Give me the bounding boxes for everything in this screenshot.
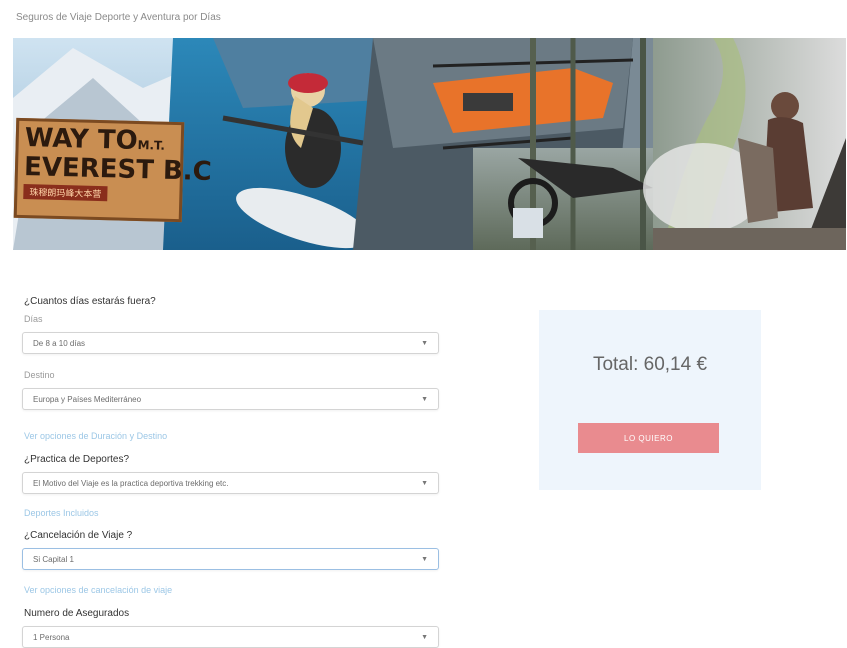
days-select-value: De 8 a 10 días <box>33 338 86 348</box>
chevron-down-icon: ▼ <box>421 339 428 347</box>
buy-button[interactable]: LO QUIERO <box>578 423 719 453</box>
chevron-down-icon: ▼ <box>421 395 428 403</box>
destination-select[interactable]: Europa y Países Mediterráneo ▼ <box>22 388 439 410</box>
cancellation-options-link[interactable]: Ver opciones de cancelación de viaje <box>24 585 172 595</box>
days-select[interactable]: De 8 a 10 días ▼ <box>22 332 439 354</box>
insured-select-value: 1 Persona <box>33 632 70 642</box>
total-value: 60,14 € <box>643 354 708 375</box>
sign-text-line2: EVEREST B.C <box>23 152 213 187</box>
sports-question: ¿Practica de Deportes? <box>24 454 130 465</box>
insured-select[interactable]: 1 Persona ▼ <box>22 626 439 648</box>
hero-banner: WAY TOM.T. EVEREST B.C 珠穆朗玛峰大本营 <box>13 38 846 250</box>
insured-question: Numero de Asegurados <box>24 608 130 619</box>
days-question: ¿Cuantos días estarás fuera? <box>24 296 156 307</box>
cancellation-select[interactable]: Si Capital 1 ▼ <box>22 548 439 570</box>
sports-select[interactable]: El Motivo del Viaje es la practica depor… <box>22 472 439 494</box>
sports-select-value: El Motivo del Viaje es la practica depor… <box>33 478 229 488</box>
duration-destination-options-link[interactable]: Ver opciones de Duración y Destino <box>24 431 167 441</box>
destination-label: Destino <box>24 370 55 380</box>
cancellation-question: ¿Cancelación de Viaje ? <box>24 530 133 541</box>
cancellation-select-value: Si Capital 1 <box>33 554 74 564</box>
sign-text-line3: 珠穆朗玛峰大本营 <box>23 184 108 202</box>
total-price: Total: 60,14 € <box>539 354 761 376</box>
chevron-down-icon: ▼ <box>421 633 428 641</box>
sign-text-line1: WAY TO <box>24 123 139 156</box>
page-title: Seguros de Viaje Deporte y Aventura por … <box>16 12 221 23</box>
days-label: Días <box>24 314 43 324</box>
sign-text-small: M.T. <box>137 138 166 153</box>
destination-select-value: Europa y Países Mediterráneo <box>33 394 142 404</box>
total-label: Total: <box>592 354 639 375</box>
chevron-down-icon: ▼ <box>421 555 428 563</box>
total-summary-panel: Total: 60,14 € LO QUIERO <box>539 310 761 490</box>
chevron-down-icon: ▼ <box>421 479 428 487</box>
everest-sign: WAY TOM.T. EVEREST B.C 珠穆朗玛峰大本营 <box>13 117 213 223</box>
included-sports-link[interactable]: Deportes Incluidos <box>24 508 99 518</box>
